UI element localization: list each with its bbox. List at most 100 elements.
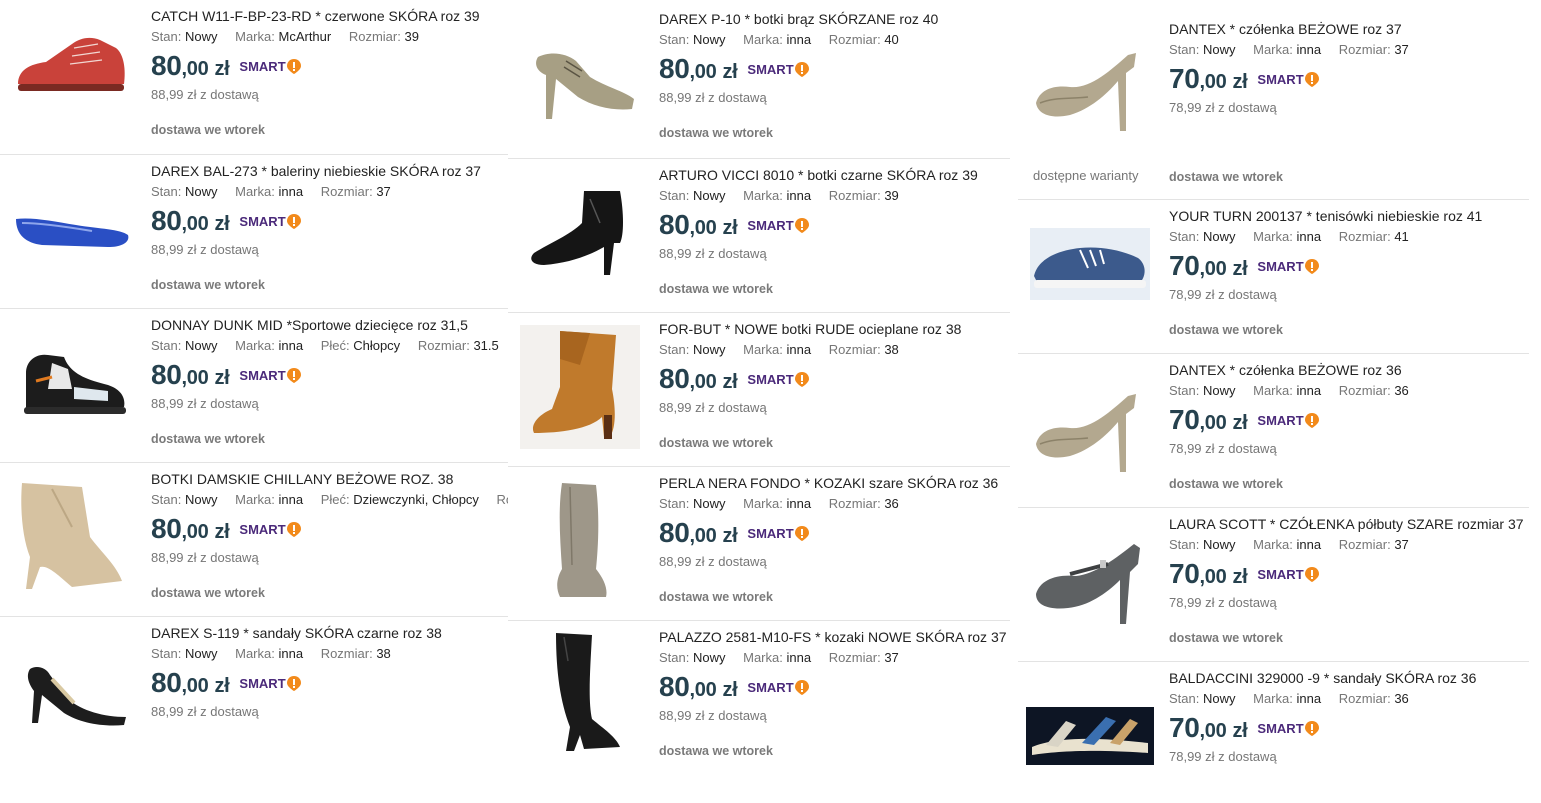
listing-title[interactable]: DAREX S-119 * sandały SKÓRA czarne roz 3…: [151, 625, 442, 641]
product-image-kids-sport-sneaker[interactable]: [8, 329, 136, 433]
listing-params: Stan: Nowy Marka: inna Rozmiar: 36: [1169, 383, 1409, 398]
delivery-price: 88,99 zł z dostawą: [659, 400, 767, 415]
listing-title[interactable]: DANTEX * czółenka BEŻOWE roz 37: [1169, 21, 1402, 37]
listing-title[interactable]: DAREX BAL-273 * baleriny niebieskie SKÓR…: [151, 163, 481, 179]
listing-params: Stan: Nowy Marka: inna Rozmiar: 36: [659, 496, 899, 511]
price: 70,00 zł SMART: [1169, 712, 1319, 744]
listing-title[interactable]: CATCH W11-F-BP-23-RD * czerwone SKÓRA ro…: [151, 8, 480, 24]
shoe-icon: [520, 325, 640, 449]
listing-title[interactable]: BALDACCINI 329000 -9 * sandały SKÓRA roz…: [1169, 670, 1476, 686]
delivery-price: 88,99 zł z dostawą: [659, 246, 767, 261]
listing-item[interactable]: CATCH W11-F-BP-23-RD * czerwone SKÓRA ro…: [0, 0, 508, 154]
listing-item[interactable]: PERLA NERA FONDO * KOZAKI szare SKÓRA ro…: [508, 466, 1010, 620]
listing-item[interactable]: ARTURO VICCI 8010 * botki czarne SKÓRA r…: [508, 158, 1010, 312]
price: 80,00 zł SMART: [151, 50, 301, 82]
price: 80,00 zł SMART: [659, 517, 809, 549]
product-image-black-tall-boot[interactable]: [516, 629, 644, 759]
smart-exclamation-icon: [794, 372, 809, 387]
shoe-icon: [1030, 228, 1150, 300]
delivery-day: dostawa we wtorek: [659, 282, 773, 296]
listing-title[interactable]: YOUR TURN 200137 * tenisówki niebieskie …: [1169, 208, 1482, 224]
delivery-price: 78,99 zł z dostawą: [1169, 595, 1277, 610]
listing-item[interactable]: DAREX BAL-273 * baleriny niebieskie SKÓR…: [0, 154, 508, 308]
delivery-price: 88,99 zł z dostawą: [151, 87, 259, 102]
listing-item[interactable]: DAREX S-119 * sandały SKÓRA czarne roz 3…: [0, 616, 508, 803]
product-image-beige-pump[interactable]: [1026, 376, 1154, 480]
shoe-icon: [556, 633, 620, 751]
product-image-beige-suede-ankle-boot[interactable]: [8, 473, 136, 597]
listing-title[interactable]: PALAZZO 2581-M10-FS * kozaki NOWE SKÓRA …: [659, 629, 1007, 645]
listing-params: Stan: Nowy Marka: inna Rozmiar: 38: [659, 342, 899, 357]
smart-badge: SMART: [239, 368, 301, 383]
listing-item[interactable]: FOR-BUT * NOWE botki RUDE ocieplane roz …: [508, 312, 1010, 466]
listing-item[interactable]: YOUR TURN 200137 * tenisówki niebieskie …: [1018, 199, 1529, 353]
listing-title[interactable]: BOTKI DAMSKIE CHILLANY BEŻOWE ROZ. 38: [151, 471, 453, 487]
product-image-grey-knee-boot[interactable]: [516, 477, 644, 605]
product-image-blue-ballerina-flat[interactable]: [8, 175, 136, 279]
listing-column-3: DANTEX * czółenka BEŻOWE roz 37 Stan: No…: [1018, 0, 1529, 803]
smart-exclamation-icon: [286, 59, 301, 74]
listing-params: Stan: Nowy Marka: inna Rozmiar: 41: [1169, 229, 1409, 244]
listing-title[interactable]: DONNAY DUNK MID *Sportowe dziecięce roz …: [151, 317, 468, 333]
smart-exclamation-icon: [1304, 413, 1319, 428]
delivery-day: dostawa we wtorek: [659, 744, 773, 758]
smart-exclamation-icon: [1304, 721, 1319, 736]
delivery-day: dostawa we wtorek: [1169, 477, 1283, 491]
delivery-day: dostawa we wtorek: [1169, 170, 1283, 184]
listing-item[interactable]: PALAZZO 2581-M10-FS * kozaki NOWE SKÓRA …: [508, 620, 1010, 803]
delivery-day: dostawa we wtorek: [659, 590, 773, 604]
shoe-icon: [27, 667, 127, 726]
smart-badge: SMART: [747, 218, 809, 233]
shoe-icon: [1036, 544, 1140, 624]
smart-badge: SMART: [1257, 259, 1319, 274]
listing-item[interactable]: DANTEX * czółenka BEŻOWE roz 36 Stan: No…: [1018, 353, 1529, 507]
condition-value: Nowy: [184, 29, 218, 44]
product-image-black-heeled-bootie[interactable]: [516, 179, 644, 283]
listing-params: Stan: Nowy Marka: inna Rozmiar: 37: [659, 650, 899, 665]
listing-title[interactable]: ARTURO VICCI 8010 * botki czarne SKÓRA r…: [659, 167, 978, 183]
price: 80,00 zł SMART: [659, 209, 809, 241]
listing-title[interactable]: PERLA NERA FONDO * KOZAKI szare SKÓRA ro…: [659, 475, 998, 491]
product-image-grey-strap-pump[interactable]: [1026, 530, 1154, 634]
delivery-price: 78,99 zł z dostawą: [1169, 749, 1277, 764]
listing-item[interactable]: LAURA SCOTT * CZÓŁENKA półbuty SZARE roz…: [1018, 507, 1529, 661]
listing-title[interactable]: DANTEX * czółenka BEŻOWE roz 36: [1169, 362, 1402, 378]
product-image-blue-canvas-sneaker[interactable]: [1026, 224, 1154, 304]
listing-item[interactable]: BOTKI DAMSKIE CHILLANY BEŻOWE ROZ. 38 St…: [0, 462, 508, 616]
listing-title[interactable]: LAURA SCOTT * CZÓŁENKA półbuty SZARE roz…: [1169, 516, 1524, 532]
listing-params: Stan: Nowy Marka: inna Płeć: Dziewczynki…: [151, 492, 508, 507]
product-image-red-leather-sneaker[interactable]: [8, 10, 136, 114]
listing-item[interactable]: DANTEX * czółenka BEŻOWE roz 37 Stan: No…: [1018, 13, 1529, 199]
smart-exclamation-icon: [286, 368, 301, 383]
listing-item[interactable]: DAREX P-10 * botki brąz SKÓRZANE roz 40 …: [508, 3, 1010, 158]
variants-link[interactable]: dostępne warianty: [1033, 168, 1139, 183]
smart-badge: SMART: [1257, 721, 1319, 736]
price: 70,00 zł SMART: [1169, 63, 1319, 95]
product-image-beige-pump[interactable]: [1026, 35, 1154, 139]
shoe-icon: [1036, 53, 1136, 131]
smart-badge: SMART: [239, 676, 301, 691]
product-image-strappy-flat-sandal[interactable]: [1026, 704, 1154, 768]
shoe-icon: [1036, 394, 1136, 472]
product-image-rust-folded-boot[interactable]: [516, 323, 644, 451]
smart-exclamation-icon: [794, 526, 809, 541]
listing-item[interactable]: DONNAY DUNK MID *Sportowe dziecięce roz …: [0, 308, 508, 462]
listing-item[interactable]: BALDACCINI 329000 -9 * sandały SKÓRA roz…: [1018, 661, 1529, 803]
price: 80,00 zł SMART: [659, 363, 809, 395]
product-image-taupe-lace-up-heel[interactable]: [516, 25, 644, 129]
listing-params: Stan: Nowy Marka: inna Rozmiar: 37: [1169, 537, 1409, 552]
price: 70,00 zł SMART: [1169, 558, 1319, 590]
listing-column-1: CATCH W11-F-BP-23-RD * czerwone SKÓRA ro…: [0, 0, 508, 803]
listing-params: Stan: Nowy Marka: inna Płeć: Chłopcy Roz…: [151, 338, 499, 353]
product-image-black-heeled-sandal[interactable]: [8, 635, 136, 739]
listing-title[interactable]: FOR-BUT * NOWE botki RUDE ocieplane roz …: [659, 321, 961, 337]
delivery-price: 88,99 zł z dostawą: [151, 242, 259, 257]
delivery-price: 88,99 zł z dostawą: [151, 550, 259, 565]
smart-badge: SMART: [747, 680, 809, 695]
delivery-price: 88,99 zł z dostawą: [151, 704, 259, 719]
brand-value: McArthur: [278, 29, 332, 44]
listing-params: Stan: Nowy Marka: inna Rozmiar: 38: [151, 646, 391, 661]
shoe-icon: [531, 191, 623, 275]
listing-params: Stan: Nowy Marka: inna Rozmiar: 37: [1169, 42, 1409, 57]
listing-title[interactable]: DAREX P-10 * botki brąz SKÓRZANE roz 40: [659, 11, 938, 27]
